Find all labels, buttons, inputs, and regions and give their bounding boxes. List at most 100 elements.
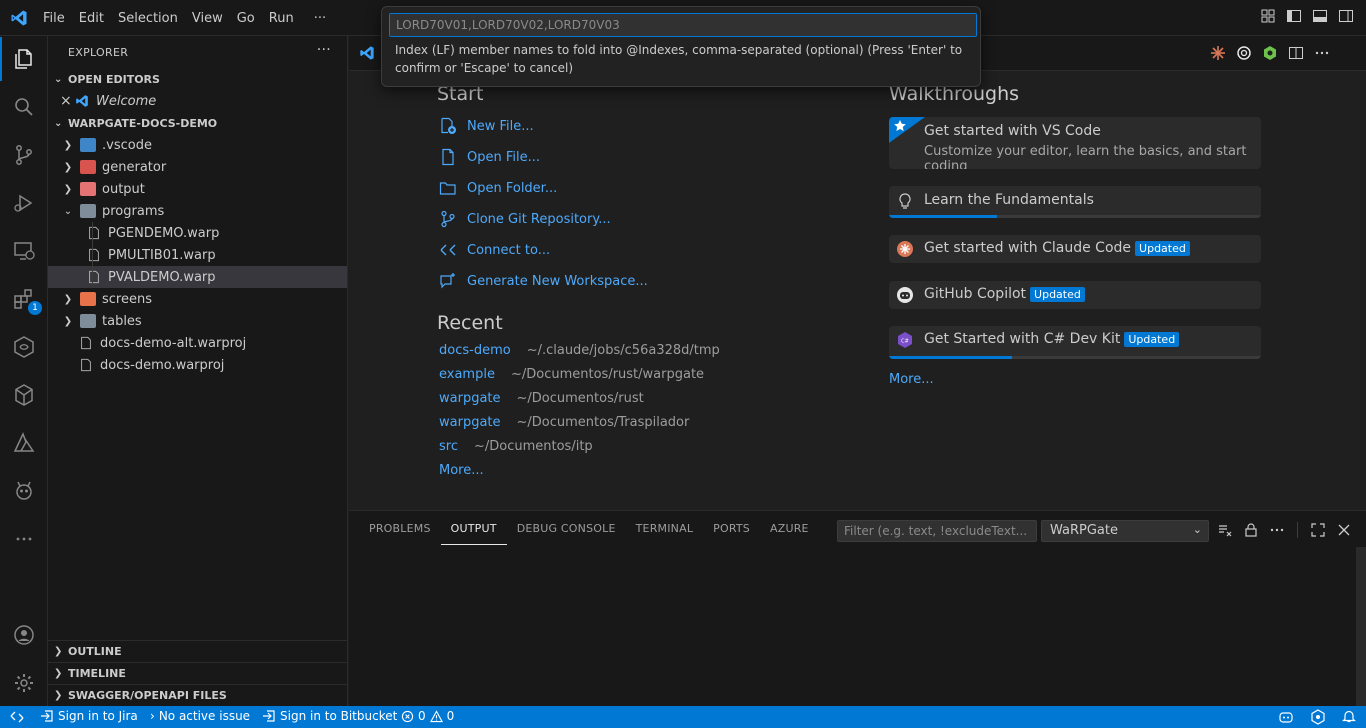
menu-more[interactable]: ··· — [307, 11, 333, 26]
remote-explorer-icon[interactable] — [12, 239, 36, 263]
new-file-link[interactable]: New File... — [439, 115, 534, 137]
extensions-icon[interactable]: 1 — [12, 287, 42, 315]
accounts-icon[interactable] — [12, 623, 36, 647]
tree-item-docs-demo[interactable]: docs-demo.warproj — [48, 354, 347, 376]
containers-icon[interactable] — [12, 335, 36, 359]
open-editors-header[interactable]: ⌄ OPEN EDITORS — [48, 68, 347, 90]
bitbucket-signin[interactable]: Sign in to Bitbucket — [262, 709, 397, 723]
tree-item-screens[interactable]: ❯ screens — [48, 288, 347, 310]
recent-name[interactable]: src — [439, 439, 458, 454]
walkthroughs-more-link[interactable]: More... — [889, 372, 934, 387]
recent-more-link[interactable]: More... — [439, 463, 484, 478]
more-views-icon[interactable] — [12, 527, 36, 551]
source-control-icon[interactable] — [12, 143, 36, 167]
lock-scroll-icon[interactable] — [1243, 522, 1259, 538]
generate-workspace-label: Generate New Workspace... — [467, 273, 648, 289]
panel-scrollbar[interactable] — [1356, 547, 1366, 707]
run-debug-icon[interactable] — [12, 191, 36, 215]
notifications[interactable] — [1342, 709, 1356, 723]
swagger-header[interactable]: ❯ SWAGGER/OPENAPI FILES — [48, 684, 348, 706]
close-panel-icon[interactable] — [1336, 522, 1352, 538]
problems-status[interactable]: 0 0 — [401, 709, 454, 723]
tree-item-pgendemo[interactable]: PGENDEMO.warp — [48, 222, 347, 244]
walkthrough-claude-code[interactable]: Get started with Claude Code Updated — [889, 235, 1261, 263]
active-issue[interactable]: › No active issue — [150, 709, 250, 723]
platformio-icon[interactable] — [12, 479, 36, 503]
menu-go[interactable]: Go — [230, 11, 262, 26]
open-folder-link[interactable]: Open Folder... — [439, 177, 557, 199]
close-icon[interactable]: × — [60, 93, 74, 109]
updated-badge: Updated — [1135, 241, 1190, 256]
azure-icon[interactable] — [12, 431, 36, 455]
extension-hex-icon[interactable] — [1262, 45, 1278, 61]
recent-item[interactable]: src ~/Documentos/itp — [439, 439, 593, 454]
tree-item-docs-demo-alt[interactable]: docs-demo-alt.warproj — [48, 332, 347, 354]
customize-layout-icon[interactable] — [1260, 8, 1276, 24]
menu-edit[interactable]: Edit — [72, 11, 111, 26]
recent-item[interactable]: warpgate ~/Documentos/Traspilador — [439, 415, 689, 430]
chatgpt-icon[interactable] — [1236, 45, 1252, 61]
git-clone-icon — [441, 210, 455, 228]
manage-gear-icon[interactable] — [12, 671, 36, 695]
toggle-panel-icon[interactable] — [1312, 8, 1328, 24]
walkthrough-vscode[interactable]: Get started with VS Code Customize your … — [889, 117, 1261, 169]
tree-item-pmultib01[interactable]: PMULTIB01.warp — [48, 244, 347, 266]
recent-name[interactable]: example — [439, 367, 495, 382]
walkthrough-csharp[interactable]: C# Get Started with C# Dev Kit Updated — [889, 326, 1261, 359]
menu-run[interactable]: Run — [262, 11, 301, 26]
tab-ports[interactable]: PORTS — [703, 523, 760, 545]
jira-signin[interactable]: Sign in to Jira — [40, 709, 138, 723]
walkthrough-fundamentals[interactable]: Learn the Fundamentals — [889, 186, 1261, 218]
outline-header[interactable]: ❯ OUTLINE — [48, 640, 348, 662]
recent-item[interactable]: warpgate ~/Documentos/rust — [439, 391, 644, 406]
tab-debug-console[interactable]: DEBUG CONSOLE — [507, 523, 626, 545]
tab-terminal[interactable]: TERMINAL — [626, 523, 704, 545]
recent-item[interactable]: docs-demo ~/.claude/jobs/c56a328d/tmp — [439, 343, 720, 358]
output-channel-select[interactable]: WaRPGate ⌄ — [1041, 520, 1209, 542]
connect-to-link[interactable]: Connect to... — [439, 239, 550, 261]
recent-name[interactable]: docs-demo — [439, 343, 511, 358]
claude-icon[interactable] — [1210, 45, 1226, 61]
menu-view[interactable]: View — [185, 11, 230, 26]
open-file-link[interactable]: Open File... — [439, 146, 540, 168]
tab-output[interactable]: OUTPUT — [440, 523, 507, 545]
deployment-icon[interactable] — [12, 383, 36, 407]
tree-item-output[interactable]: ❯ output — [48, 178, 347, 200]
explorer-more-actions[interactable]: ··· — [317, 42, 331, 58]
tree-item-generator[interactable]: ❯ generator — [48, 156, 347, 178]
open-editor-welcome[interactable]: × Welcome — [48, 90, 347, 112]
recent-heading: Recent — [437, 312, 503, 334]
remote-indicator[interactable] — [0, 706, 34, 728]
recent-item[interactable]: example ~/Documentos/rust/warpgate — [439, 367, 704, 382]
extension-status[interactable] — [1310, 709, 1326, 725]
walkthrough-copilot[interactable]: GitHub Copilot Updated — [889, 281, 1261, 309]
tab-azure[interactable]: AZURE — [760, 523, 819, 545]
menu-selection[interactable]: Selection — [111, 11, 185, 26]
tree-item-pvaldemo[interactable]: PVALDEMO.warp — [48, 266, 347, 288]
quick-input-field[interactable] — [389, 13, 977, 37]
panel-more-icon[interactable] — [1269, 522, 1285, 538]
clone-repo-link[interactable]: Clone Git Repository... — [439, 208, 611, 230]
output-filter-input[interactable]: Filter (e.g. text, !excludeText... — [837, 520, 1037, 542]
tree-item-programs[interactable]: ⌄ programs — [48, 200, 347, 222]
recent-name[interactable]: warpgate — [439, 415, 501, 430]
split-editor-icon[interactable] — [1288, 45, 1304, 61]
tree-item-tables[interactable]: ❯ tables — [48, 310, 347, 332]
welcome-tab-icon[interactable] — [359, 45, 375, 61]
search-icon[interactable] — [12, 95, 36, 119]
generate-workspace-link[interactable]: Generate New Workspace... — [439, 270, 648, 292]
recent-name[interactable]: warpgate — [439, 391, 501, 406]
more-actions-icon[interactable] — [1314, 45, 1330, 61]
tree-item-label: PVALDEMO.warp — [108, 269, 216, 285]
timeline-header[interactable]: ❯ TIMELINE — [48, 662, 348, 684]
toggle-primary-sidebar-icon[interactable] — [1286, 8, 1302, 24]
toggle-secondary-sidebar-icon[interactable] — [1338, 8, 1354, 24]
maximize-panel-icon[interactable] — [1310, 522, 1326, 538]
workspace-header[interactable]: ⌄ WARPGATE-DOCS-DEMO — [48, 112, 347, 134]
explorer-icon[interactable] — [0, 37, 36, 81]
menu-file[interactable]: File — [36, 11, 72, 26]
tree-item-vscode[interactable]: ❯ .vscode — [48, 134, 347, 156]
clear-output-icon[interactable] — [1217, 522, 1233, 538]
copilot-status[interactable] — [1278, 709, 1294, 725]
tab-problems[interactable]: PROBLEMS — [359, 523, 441, 545]
